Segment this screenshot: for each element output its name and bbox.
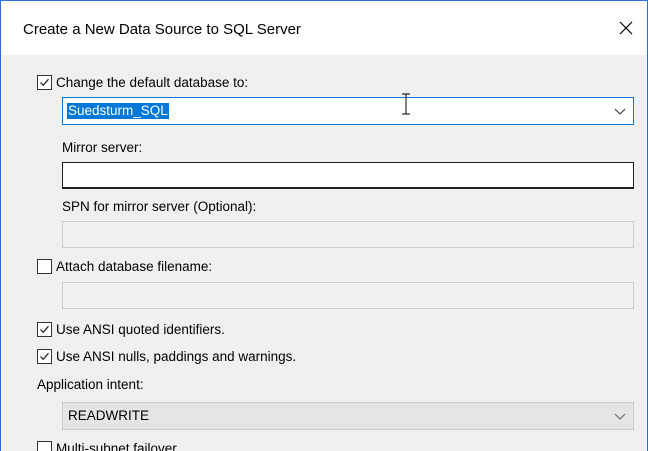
mirror-server-label: Mirror server: bbox=[62, 140, 143, 155]
application-intent-label: Application intent: bbox=[37, 377, 144, 392]
default-database-label: Change the default database to: bbox=[56, 75, 249, 90]
application-intent-combobox[interactable]: READWRITE bbox=[62, 402, 634, 430]
attach-db-checkbox[interactable] bbox=[37, 259, 52, 274]
application-intent-value: READWRITE bbox=[68, 408, 149, 423]
chevron-down-icon bbox=[614, 413, 626, 420]
close-button[interactable] bbox=[611, 13, 641, 43]
default-database-value: Suedsturm_SQL bbox=[67, 103, 169, 119]
default-database-row: Change the default database to: bbox=[37, 75, 248, 90]
attach-db-input[interactable] bbox=[62, 282, 634, 309]
text-cursor-icon bbox=[402, 93, 410, 115]
window-title: Create a New Data Source to SQL Server bbox=[23, 21, 301, 38]
ansi-nulls-row: Use ANSI nulls, paddings and warnings. bbox=[37, 349, 296, 364]
ansi-quoted-label: Use ANSI quoted identifiers. bbox=[56, 322, 225, 337]
check-icon bbox=[40, 325, 49, 334]
ansi-quoted-checkbox[interactable] bbox=[37, 322, 52, 337]
ansi-quoted-row: Use ANSI quoted identifiers. bbox=[37, 322, 225, 337]
chevron-down-icon bbox=[614, 108, 626, 115]
ansi-nulls-label: Use ANSI nulls, paddings and warnings. bbox=[56, 349, 297, 364]
mirror-server-input[interactable] bbox=[62, 162, 634, 189]
attach-db-row: Attach database filename: bbox=[37, 259, 212, 274]
dialog-content: Change the default database to: Suedstur… bbox=[1, 55, 647, 451]
dialog-window: Create a New Data Source to SQL Server C… bbox=[0, 0, 648, 451]
spn-mirror-label: SPN for mirror server (Optional): bbox=[62, 199, 257, 214]
check-icon bbox=[40, 352, 49, 361]
title-bar: Create a New Data Source to SQL Server bbox=[1, 1, 647, 55]
attach-db-label: Attach database filename: bbox=[56, 259, 213, 274]
ansi-nulls-checkbox[interactable] bbox=[37, 349, 52, 364]
spn-mirror-input[interactable] bbox=[62, 221, 634, 248]
default-database-checkbox[interactable] bbox=[37, 75, 52, 90]
default-database-combobox[interactable]: Suedsturm_SQL bbox=[62, 97, 634, 125]
close-icon bbox=[619, 21, 633, 35]
check-icon bbox=[40, 78, 49, 87]
